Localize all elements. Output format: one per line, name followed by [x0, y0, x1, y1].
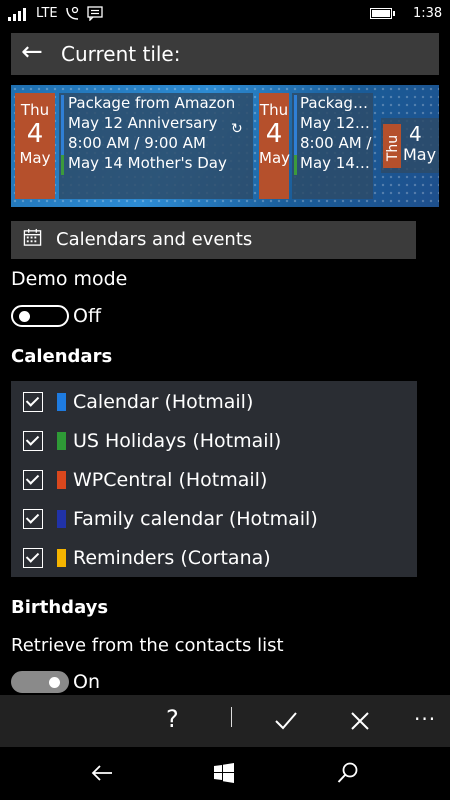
refresh-icon: ↻	[231, 121, 243, 137]
calendar-item[interactable]: Calendar (Hotmail)	[11, 383, 417, 422]
checkbox[interactable]	[23, 509, 43, 529]
retrieve-contacts-toggle[interactable]	[11, 671, 69, 693]
calendar-name: Reminders (Cortana)	[73, 547, 271, 569]
checkbox[interactable]	[23, 470, 43, 490]
battery-icon	[370, 8, 395, 19]
calendar-color-swatch	[57, 471, 66, 489]
event-line: May 14 Mother's Day	[68, 154, 227, 172]
event-color-bar	[294, 155, 297, 175]
small-tile: Thu 4 May	[381, 118, 439, 173]
more-button[interactable]: ···	[414, 707, 436, 731]
section-label: Calendars and events	[56, 229, 253, 250]
app-bar-divider	[231, 707, 232, 727]
calendar-color-swatch	[57, 510, 66, 528]
checkbox[interactable]	[23, 548, 43, 568]
app-bar: ? ···	[0, 695, 450, 747]
status-bar: LTE 1:38	[0, 0, 450, 28]
large-tile-date: Thu 4 May	[15, 93, 55, 199]
event-color-bar	[61, 95, 64, 155]
calendar-name: Family calendar (Hotmail)	[73, 508, 318, 530]
demo-mode-toggle[interactable]	[11, 305, 69, 327]
search-icon[interactable]	[337, 762, 359, 784]
page-header: ← Current tile:	[11, 33, 439, 75]
month-label: May	[259, 149, 291, 167]
medium-tile-events: Packag… May 12… 8:00 AM / May 14…	[292, 93, 373, 199]
event-color-bar	[61, 155, 64, 175]
toggle-knob	[19, 311, 30, 322]
event-line: Package from Amazon	[68, 94, 236, 112]
message-icon	[87, 6, 103, 21]
large-tile-events: Package from Amazon May 12 Anniversary 8…	[59, 93, 253, 199]
event-line: 8:00 AM / 9:00 AM	[68, 134, 206, 152]
calendar-item[interactable]: Reminders (Cortana)	[11, 539, 417, 578]
event-color-bar	[294, 95, 297, 155]
calendar-color-swatch	[57, 432, 66, 450]
calendar-item[interactable]: US Holidays (Hotmail)	[11, 422, 417, 461]
month-label: May	[403, 145, 437, 164]
date-number: 4	[26, 119, 44, 149]
checkbox[interactable]	[23, 431, 43, 451]
retrieve-contacts-state: On	[73, 671, 100, 693]
windows-icon[interactable]	[213, 762, 235, 784]
checkbox[interactable]	[23, 392, 43, 412]
day-label: Thu	[20, 101, 50, 119]
demo-mode-label: Demo mode	[11, 268, 128, 290]
signal-icon	[8, 8, 26, 21]
event-line: Packag…	[300, 94, 368, 112]
calendar-icon	[23, 228, 42, 246]
event-line: May 14…	[300, 154, 370, 172]
clock: 1:38	[413, 6, 443, 21]
month-label: May	[19, 149, 51, 167]
calendar-name: Calendar (Hotmail)	[73, 391, 254, 413]
day-label: Thu	[385, 134, 401, 162]
date-number: 4	[265, 119, 283, 149]
calendar-name: US Holidays (Hotmail)	[73, 430, 282, 452]
call-forward-icon	[66, 6, 79, 20]
tile-preview: Thu 4 May Package from Amazon May 12 Ann…	[11, 85, 439, 207]
calendar-name: WPCentral (Hotmail)	[73, 469, 268, 491]
help-button[interactable]: ?	[166, 705, 179, 733]
retrieve-contacts-label: Retrieve from the contacts list	[11, 635, 284, 656]
network-type: LTE	[36, 6, 58, 21]
calendar-item[interactable]: Family calendar (Hotmail)	[11, 500, 417, 539]
check-icon[interactable]	[274, 710, 298, 730]
calendars-list: Calendar (Hotmail) US Holidays (Hotmail)…	[11, 381, 417, 577]
event-line: May 12 Anniversary	[68, 114, 218, 132]
section-calendars-events[interactable]: Calendars and events	[11, 221, 416, 259]
page-title: Current tile:	[61, 42, 181, 66]
event-line: May 12…	[300, 114, 370, 132]
day-label: Thu	[259, 101, 289, 119]
back-icon[interactable]	[90, 763, 114, 783]
small-tile-date: Thu	[383, 124, 401, 168]
event-line: 8:00 AM /	[300, 134, 372, 152]
birthdays-heading: Birthdays	[11, 597, 109, 618]
navigation-bar	[0, 747, 450, 800]
calendar-item[interactable]: WPCentral (Hotmail)	[11, 461, 417, 500]
calendar-color-swatch	[57, 393, 66, 411]
close-icon[interactable]	[350, 711, 370, 731]
demo-mode-state: Off	[73, 305, 102, 327]
calendar-color-swatch	[57, 549, 66, 567]
calendars-heading: Calendars	[11, 346, 113, 367]
toggle-knob	[49, 677, 60, 688]
medium-tile-date: Thu 4 May	[259, 93, 291, 199]
date-number: 4	[409, 122, 422, 146]
arrow-left-icon[interactable]: ←	[21, 37, 43, 67]
